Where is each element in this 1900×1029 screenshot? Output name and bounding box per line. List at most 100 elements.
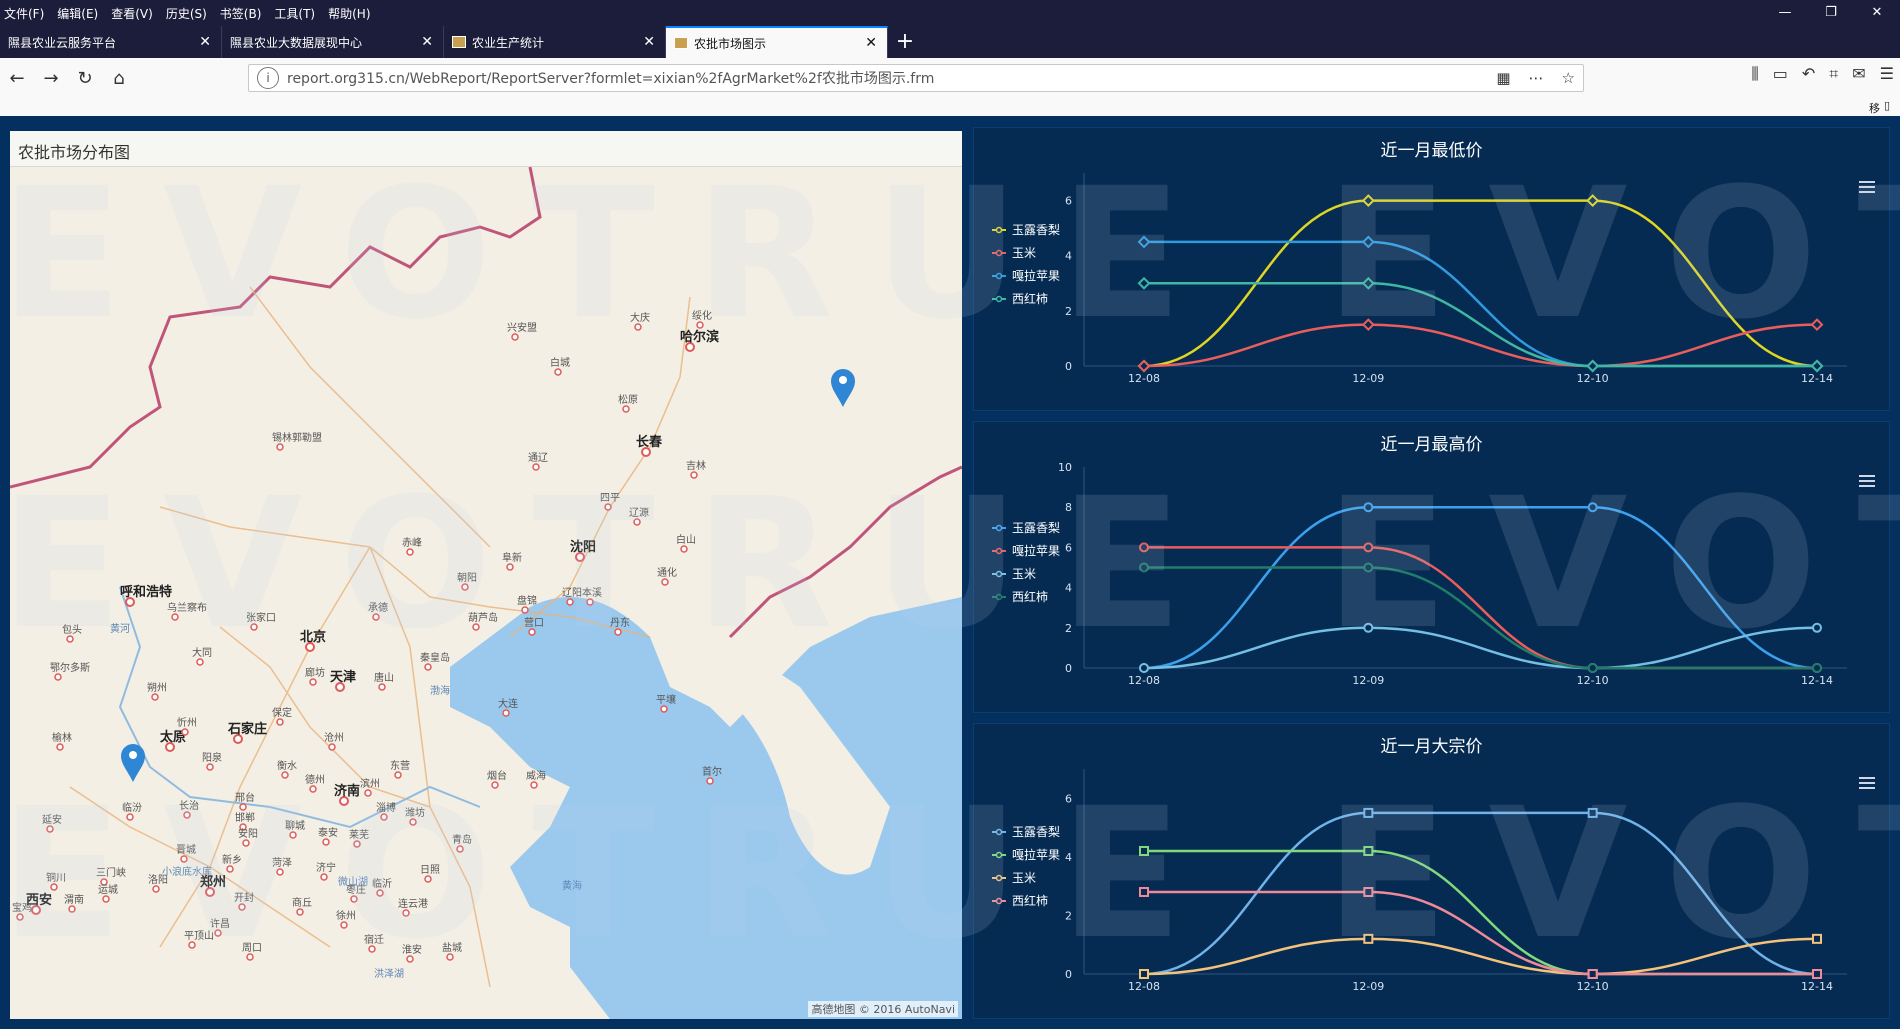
new-tab-button[interactable]: + bbox=[888, 26, 922, 58]
data-point[interactable] bbox=[1363, 846, 1374, 856]
info-icon[interactable]: i bbox=[257, 67, 279, 89]
city-label: 秦皇岛 bbox=[420, 651, 450, 664]
data-point[interactable] bbox=[1363, 502, 1374, 513]
data-point[interactable] bbox=[1586, 194, 1600, 207]
data-point[interactable] bbox=[1587, 807, 1598, 818]
data-point[interactable] bbox=[1139, 663, 1149, 673]
reload-icon[interactable]: ↻ bbox=[68, 68, 102, 89]
undo-icon[interactable]: ↶ bbox=[1802, 64, 1815, 84]
crop-icon[interactable]: ⌗ bbox=[1829, 64, 1838, 84]
chat-icon[interactable]: ✉ bbox=[1852, 64, 1865, 84]
legend-label[interactable]: 玉露香梨 bbox=[1012, 223, 1060, 237]
forward-icon[interactable]: → bbox=[34, 68, 68, 89]
restore-button[interactable]: ❐ bbox=[1808, 0, 1854, 26]
data-point[interactable] bbox=[1363, 807, 1374, 818]
legend-label[interactable]: 西红柿 bbox=[1012, 291, 1048, 306]
chart-menu-icon[interactable] bbox=[1859, 774, 1875, 792]
data-point[interactable] bbox=[1137, 276, 1151, 290]
data-point[interactable] bbox=[1810, 359, 1824, 373]
data-point[interactable] bbox=[1139, 887, 1149, 897]
data-point[interactable] bbox=[1139, 542, 1149, 553]
bookmark-star-icon[interactable]: ☆ bbox=[1562, 69, 1575, 87]
data-point[interactable] bbox=[1810, 318, 1824, 332]
data-point[interactable] bbox=[1137, 235, 1151, 249]
qr-code-icon[interactable]: ▦ bbox=[1496, 69, 1510, 87]
data-point[interactable] bbox=[1139, 846, 1149, 856]
chart-menu-icon[interactable] bbox=[1859, 472, 1875, 490]
data-point[interactable] bbox=[1361, 318, 1375, 332]
data-point[interactable] bbox=[1587, 663, 1598, 673]
legend-label[interactable]: 玉露香梨 bbox=[1012, 521, 1060, 535]
menu-file[interactable]: 文件(F) bbox=[4, 5, 44, 22]
back-icon[interactable]: ← bbox=[0, 68, 34, 89]
data-point[interactable] bbox=[1812, 663, 1822, 673]
tab-close-icon[interactable]: ✕ bbox=[421, 34, 433, 50]
hamburger-menu-icon[interactable]: ☰ bbox=[1880, 64, 1894, 84]
data-point[interactable] bbox=[1361, 194, 1375, 207]
legend-label[interactable]: 嘎拉苹果 bbox=[1012, 268, 1060, 283]
legend-label[interactable]: 玉米 bbox=[1012, 567, 1036, 581]
menu-view[interactable]: 查看(V) bbox=[111, 5, 153, 22]
data-point[interactable] bbox=[1363, 933, 1374, 944]
close-window-button[interactable]: ✕ bbox=[1854, 0, 1900, 26]
legend-label[interactable]: 嘎拉苹果 bbox=[1012, 543, 1060, 558]
city-dot bbox=[372, 613, 380, 621]
data-point[interactable] bbox=[1363, 887, 1374, 897]
mobile-bookmarks[interactable]: ▯ 移动版书签 bbox=[1869, 99, 1890, 179]
legend-label[interactable]: 玉露香梨 bbox=[1012, 825, 1060, 839]
map-canvas[interactable]: 哈尔滨长春吉林沈阳北京天津呼和浩特太原石家庄济南郑州西安大庆 绥化松原四平辽源白山… bbox=[10, 167, 962, 1019]
tab-production-stats[interactable]: 农业生产统计 ✕ bbox=[444, 26, 666, 58]
tab-cloud-platform[interactable]: 隰县农业云服务平台 ✕ bbox=[0, 26, 222, 58]
minimize-button[interactable]: — bbox=[1762, 0, 1808, 26]
tab-close-icon[interactable]: ✕ bbox=[643, 34, 655, 50]
library-icon[interactable]: ⫼ bbox=[1751, 64, 1758, 84]
data-point[interactable] bbox=[1139, 969, 1149, 979]
url-bar[interactable]: i report.org315.cn/WebReport/ReportServe… bbox=[248, 64, 1584, 92]
city-dot bbox=[586, 598, 594, 606]
tab-market-map[interactable]: 农批市场图示 ✕ bbox=[666, 26, 888, 58]
data-point[interactable] bbox=[1363, 562, 1374, 573]
page-actions-icon[interactable]: ⋯ bbox=[1529, 69, 1544, 87]
data-point[interactable] bbox=[1812, 969, 1822, 979]
tab-close-icon[interactable]: ✕ bbox=[865, 35, 877, 51]
menu-history[interactable]: 历史(S) bbox=[166, 5, 207, 22]
url-text[interactable]: report.org315.cn/WebReport/ReportServer?… bbox=[287, 68, 934, 88]
home-icon[interactable]: ⌂ bbox=[102, 68, 136, 89]
data-point[interactable] bbox=[1587, 969, 1598, 979]
menu-help[interactable]: 帮助(H) bbox=[328, 5, 370, 22]
city-label: 白山 bbox=[676, 533, 696, 546]
legend-label[interactable]: 玉米 bbox=[1012, 246, 1036, 260]
city-dot bbox=[696, 321, 704, 329]
data-point[interactable] bbox=[1587, 502, 1598, 513]
legend-label[interactable]: 西红柿 bbox=[1012, 893, 1048, 908]
menu-edit[interactable]: 编辑(E) bbox=[57, 5, 98, 22]
data-point[interactable] bbox=[1812, 622, 1822, 633]
city-label: 淮安 bbox=[402, 943, 422, 956]
chart-menu-icon[interactable] bbox=[1859, 178, 1875, 196]
data-point[interactable] bbox=[1139, 562, 1149, 573]
data-point[interactable] bbox=[1812, 933, 1822, 944]
city-dot bbox=[528, 628, 536, 636]
legend-label[interactable]: 玉米 bbox=[1012, 871, 1036, 885]
city-label: 黄河 bbox=[110, 622, 130, 635]
data-point[interactable] bbox=[1586, 359, 1600, 373]
city-label: 张家口 bbox=[246, 611, 276, 624]
y-tick-label: 6 bbox=[1065, 792, 1072, 805]
tab-bigdata-center[interactable]: 隰县农业大数据展现中心 ✕ bbox=[222, 26, 444, 58]
data-point[interactable] bbox=[1363, 542, 1374, 553]
menu-tools[interactable]: 工具(T) bbox=[274, 5, 315, 22]
legend-label[interactable]: 嘎拉苹果 bbox=[1012, 847, 1060, 862]
data-point[interactable] bbox=[1361, 235, 1375, 249]
tab-close-icon[interactable]: ✕ bbox=[199, 34, 211, 50]
report-content: 农批市场分布图 哈尔滨 长春 吉林 沈阳 北京 天津 呼和浩特 太原 石家庄 济… bbox=[0, 116, 1900, 1029]
city-dot bbox=[364, 789, 372, 797]
menu-bookmarks[interactable]: 书签(B) bbox=[220, 5, 262, 22]
legend-label[interactable]: 西红柿 bbox=[1012, 589, 1048, 604]
data-point[interactable] bbox=[1361, 276, 1375, 290]
sidebar-icon[interactable]: ▭ bbox=[1773, 64, 1788, 84]
data-point[interactable] bbox=[1363, 622, 1374, 633]
y-tick-label: 0 bbox=[1065, 360, 1072, 373]
city-dot bbox=[276, 868, 284, 876]
y-tick-label: 2 bbox=[1065, 909, 1072, 922]
data-point[interactable] bbox=[1137, 359, 1151, 373]
